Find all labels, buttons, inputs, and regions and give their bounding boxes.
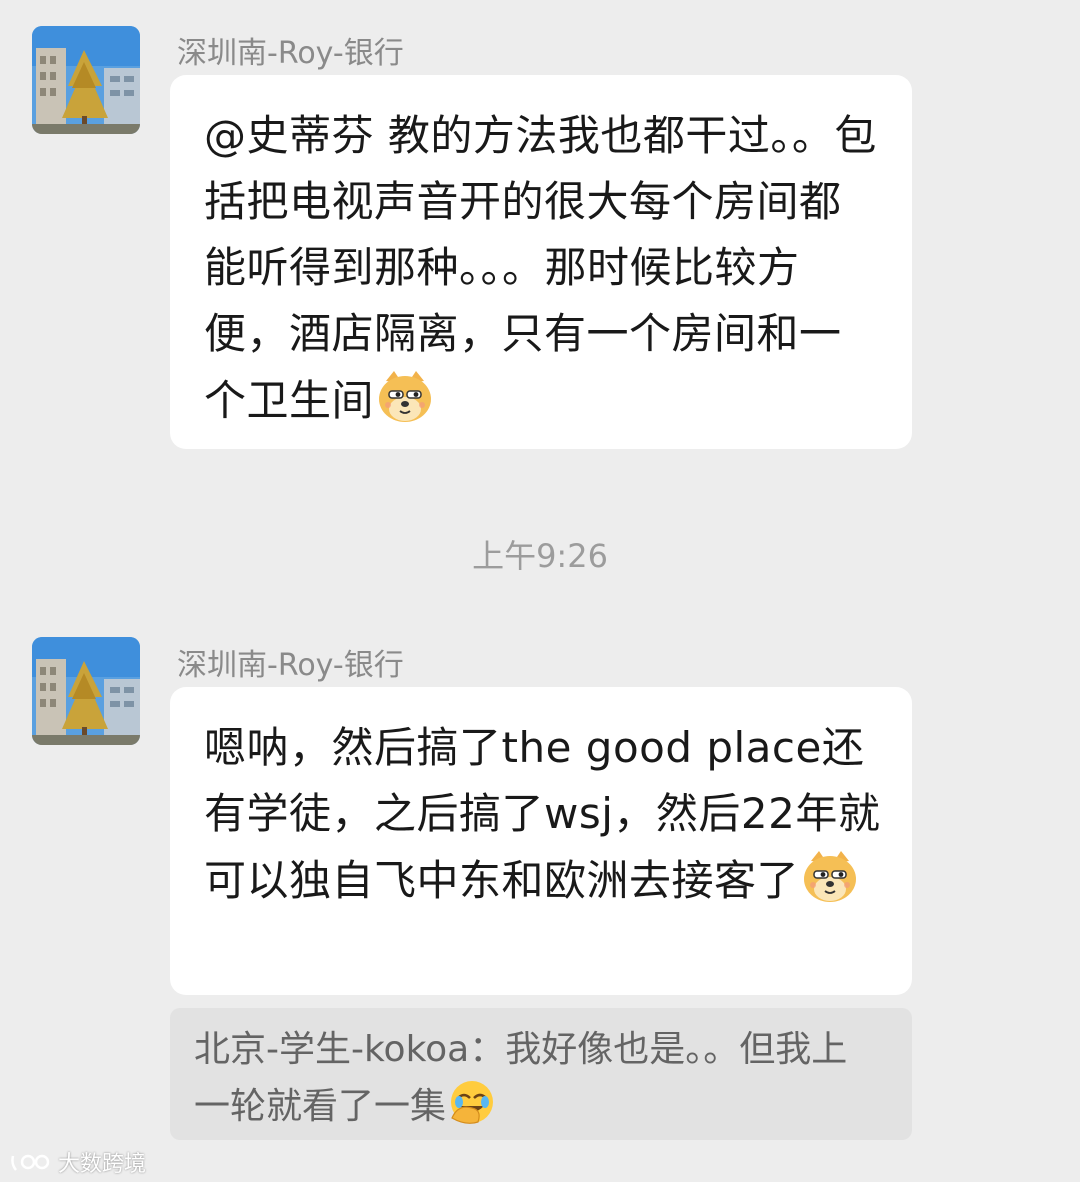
quoted-message[interactable]: 北京-学生-kokoa：我好像也是。。但我上一轮就看了一集 <box>170 1008 912 1140</box>
sender-name: 深圳南-Roy-银行 <box>177 36 404 71</box>
brand-logo-icon <box>11 1154 50 1171</box>
watermark: 大数跨境 <box>10 1146 146 1178</box>
message-text-container: 嗯呐，然后搞了the good place还有学徒，之后搞了wsj，然后22年就… <box>204 715 882 914</box>
message-text: 嗯呐，然后搞了the good place还有学徒，之后搞了wsj，然后22年就… <box>204 723 881 905</box>
quote-text-container: 北京-学生-kokoa：我好像也是。。但我上一轮就看了一集 <box>194 1022 872 1135</box>
building-tree-photo-avatar-icon <box>32 26 140 134</box>
sender-avatar[interactable] <box>32 637 140 745</box>
message-text: @史蒂芬 教的方法我也都干过。。包括把电视声音开的很大每个房间都能听得到那种。。… <box>204 111 877 425</box>
message-bubble[interactable]: 嗯呐，然后搞了the good place还有学徒，之后搞了wsj，然后22年就… <box>170 687 912 995</box>
message-text-container: @史蒂芬 教的方法我也都干过。。包括把电视声音开的很大每个房间都能听得到那种。。… <box>204 103 882 434</box>
message-bubble[interactable]: @史蒂芬 教的方法我也都干过。。包括把电视声音开的很大每个房间都能听得到那种。。… <box>170 75 912 449</box>
facepalm-laugh-emoji-icon <box>448 1078 496 1126</box>
watermark-text: 大数跨境 <box>58 1152 147 1177</box>
building-tree-photo-avatar-icon <box>32 637 140 745</box>
quote-text: 北京-学生-kokoa：我好像也是。。但我上一轮就看了一集 <box>194 1029 848 1127</box>
sender-name: 深圳南-Roy-银行 <box>177 648 404 683</box>
message-timestamp: 上午9:26 <box>472 537 608 575</box>
sender-avatar[interactable] <box>32 26 140 134</box>
doge-emoji-icon <box>376 367 434 425</box>
doge-emoji-icon <box>801 847 859 905</box>
